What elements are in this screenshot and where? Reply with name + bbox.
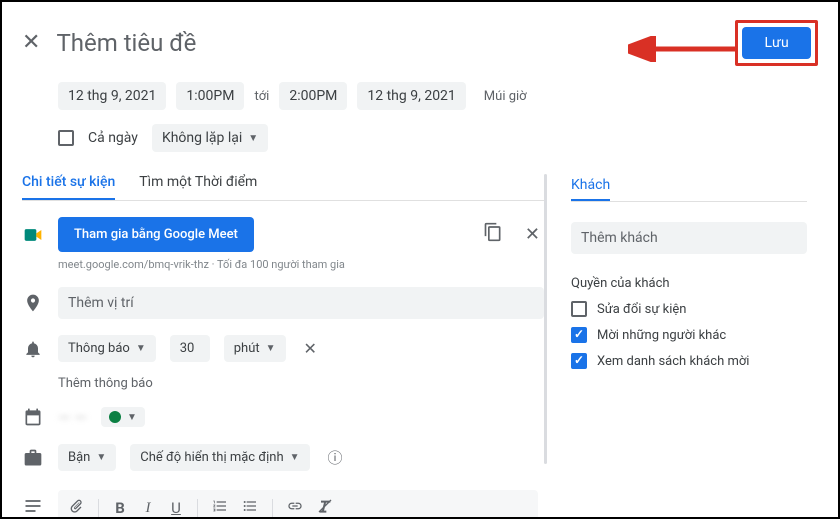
right-column: Khách Thêm khách Quyền của khách Sửa đổi… bbox=[547, 174, 807, 519]
all-day-checkbox[interactable] bbox=[58, 130, 74, 146]
to-label: tới bbox=[254, 89, 269, 104]
save-annotation-wrap: Lưu bbox=[735, 20, 818, 66]
annotation-arrow-icon bbox=[628, 36, 738, 62]
left-column: Chi tiết sự kiện Tìm một Thời điểm Tham … bbox=[22, 174, 544, 519]
bulleted-list-button[interactable] bbox=[242, 498, 258, 518]
remove-meet-icon[interactable]: ✕ bbox=[521, 220, 544, 249]
perm-invite-checkbox[interactable] bbox=[571, 327, 587, 343]
perm-seelist-label: Xem danh sách khách mời bbox=[597, 354, 749, 369]
date-end-chip[interactable]: 12 thg 9, 2021 bbox=[357, 82, 465, 110]
all-day-label: Cả ngày bbox=[88, 130, 138, 146]
description-box: B I U bbox=[58, 490, 538, 519]
bell-icon bbox=[22, 339, 44, 359]
event-editor-dialog: ✕ Lưu 12 thg 9, 2021 1:00PM tới 2:00PM 1… bbox=[0, 0, 840, 519]
help-icon[interactable]: ⓘ bbox=[324, 443, 347, 472]
notification-row: Thông báo▼ 30 phút▼ ✕ bbox=[22, 335, 544, 362]
guests-tab[interactable]: Khách bbox=[571, 177, 610, 201]
notification-unit-dropdown[interactable]: phút▼ bbox=[224, 335, 286, 362]
rich-text-toolbar: B I U bbox=[58, 490, 538, 519]
repeat-dropdown[interactable]: Không lặp lại▼ bbox=[152, 124, 268, 152]
timezone-link[interactable]: Múi giờ bbox=[476, 89, 527, 104]
notification-remove-icon[interactable]: ✕ bbox=[300, 339, 321, 358]
meet-subtext: meet.google.com/bmq-vrik-thz · Tối đa 10… bbox=[22, 258, 544, 271]
save-button[interactable]: Lưu bbox=[742, 27, 811, 59]
location-row: Thêm vị trí bbox=[22, 287, 544, 319]
meet-icon bbox=[22, 225, 44, 245]
add-notification-link[interactable]: Thêm thông báo bbox=[22, 376, 544, 391]
perm-invite-label: Mời những người khác bbox=[597, 328, 726, 343]
perm-invite-row: Mời những người khác bbox=[571, 327, 807, 343]
location-icon bbox=[22, 293, 44, 313]
numbered-list-button[interactable] bbox=[212, 498, 228, 518]
title-input[interactable] bbox=[56, 27, 719, 59]
italic-button[interactable]: I bbox=[141, 500, 155, 517]
perm-seelist-row: Xem danh sách khách mời bbox=[571, 353, 807, 369]
tab-details[interactable]: Chi tiết sự kiện bbox=[22, 174, 115, 200]
meet-row: Tham gia bằng Google Meet ✕ bbox=[22, 217, 544, 252]
calendar-owner-label: — — bbox=[58, 408, 87, 427]
options-row: Cả ngày Không lặp lại▼ bbox=[22, 124, 818, 152]
bold-button[interactable]: B bbox=[113, 499, 127, 517]
link-button[interactable] bbox=[287, 498, 303, 518]
detail-tabs: Chi tiết sự kiện Tìm một Thời điểm bbox=[22, 174, 544, 201]
busy-dropdown[interactable]: Bận▼ bbox=[58, 444, 116, 471]
time-end-chip[interactable]: 2:00PM bbox=[279, 82, 347, 110]
color-dropdown[interactable]: ▼ bbox=[101, 407, 145, 427]
caret-down-icon: ▼ bbox=[248, 133, 258, 144]
description-icon bbox=[22, 488, 44, 516]
perm-modify-row: Sửa đổi sự kiện bbox=[571, 301, 807, 317]
perm-modify-label: Sửa đổi sự kiện bbox=[597, 302, 686, 317]
calendar-icon bbox=[22, 407, 44, 427]
meet-join-button[interactable]: Tham gia bằng Google Meet bbox=[58, 217, 254, 252]
availability-row: Bận▼ Chế độ hiển thị mặc định▼ ⓘ bbox=[22, 443, 544, 472]
datetime-row: 12 thg 9, 2021 1:00PM tới 2:00PM 12 thg … bbox=[22, 82, 818, 110]
calendar-row: — — ▼ bbox=[22, 407, 544, 427]
guest-permissions-title: Quyền của khách bbox=[571, 276, 807, 291]
color-swatch-icon bbox=[109, 411, 121, 423]
save-highlight-box: Lưu bbox=[735, 20, 818, 66]
attach-icon[interactable] bbox=[68, 498, 84, 518]
visibility-dropdown[interactable]: Chế độ hiển thị mặc định▼ bbox=[130, 444, 309, 471]
location-input[interactable]: Thêm vị trí bbox=[58, 287, 544, 319]
close-icon[interactable]: ✕ bbox=[22, 32, 40, 54]
underline-button[interactable]: U bbox=[169, 499, 183, 517]
notification-value-input[interactable]: 30 bbox=[170, 335, 210, 362]
tab-find-time[interactable]: Tìm một Thời điểm bbox=[139, 174, 257, 200]
add-guest-input[interactable]: Thêm khách bbox=[571, 222, 807, 254]
copy-icon[interactable] bbox=[479, 218, 507, 251]
briefcase-icon bbox=[22, 448, 44, 468]
perm-seelist-checkbox[interactable] bbox=[571, 353, 587, 369]
perm-modify-checkbox[interactable] bbox=[571, 301, 587, 317]
main-content: Chi tiết sự kiện Tìm một Thời điểm Tham … bbox=[22, 174, 818, 519]
clear-format-button[interactable] bbox=[317, 498, 333, 518]
time-start-chip[interactable]: 1:00PM bbox=[176, 82, 244, 110]
description-row: B I U bbox=[22, 488, 544, 519]
date-start-chip[interactable]: 12 thg 9, 2021 bbox=[58, 82, 166, 110]
notification-type-dropdown[interactable]: Thông báo▼ bbox=[58, 335, 156, 362]
